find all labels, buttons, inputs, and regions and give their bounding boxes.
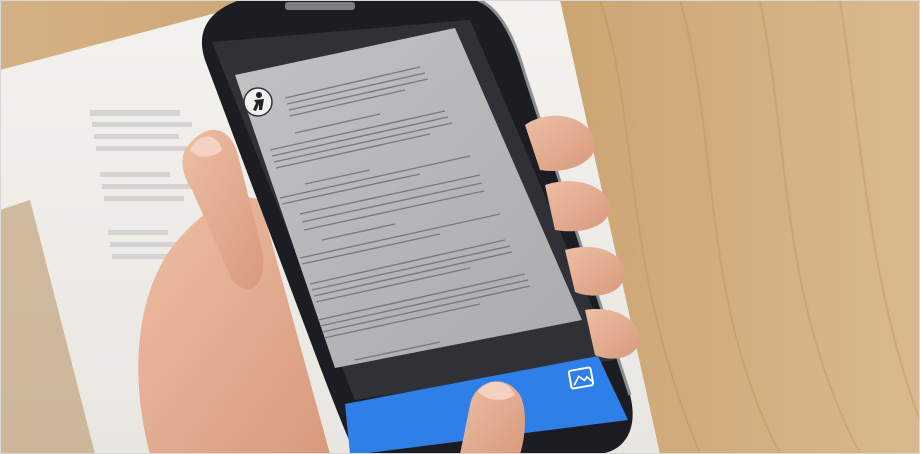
brand-logo-blur — [285, 2, 355, 10]
photo-scene — [0, 0, 920, 454]
document-logo — [243, 87, 273, 117]
